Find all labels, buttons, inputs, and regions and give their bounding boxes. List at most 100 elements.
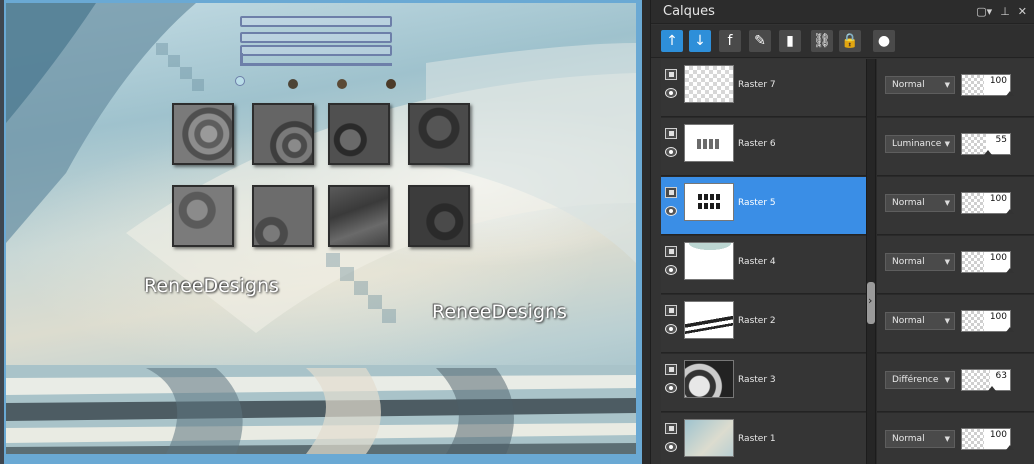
brush-icon[interactable]: ● bbox=[873, 30, 895, 52]
dropdown-arrow-icon: ▼ bbox=[944, 140, 950, 148]
blend-mode-dropdown[interactable]: Normal ▼ bbox=[885, 253, 955, 271]
layer-row[interactable]: Raster 5 bbox=[661, 177, 866, 235]
dropdown-arrow-icon: ▼ bbox=[944, 376, 950, 384]
watermark-text-1: ReneeDesigns bbox=[144, 275, 279, 297]
visibility-eye-icon[interactable] bbox=[665, 383, 677, 393]
opacity-handle[interactable] bbox=[1006, 268, 1014, 273]
thumbnail-4 bbox=[408, 103, 470, 165]
layer-properties: Normal ▼ 100 bbox=[877, 295, 1034, 353]
opacity-handle[interactable] bbox=[1006, 209, 1014, 214]
splitter-grip[interactable] bbox=[867, 282, 875, 324]
restore-icon[interactable]: ▢▾ bbox=[976, 5, 992, 19]
layer-row[interactable]: Raster 4 bbox=[661, 236, 866, 294]
new-layer-icon[interactable]: ↑ bbox=[661, 30, 683, 52]
merge-down-icon[interactable]: ↓ bbox=[689, 30, 711, 52]
layer-thumbnail bbox=[684, 419, 734, 457]
blend-mode-dropdown[interactable]: Normal ▼ bbox=[885, 76, 955, 94]
layer-icons bbox=[665, 305, 679, 334]
lock-icon[interactable]: 🔒 bbox=[839, 30, 861, 52]
layer-row[interactable]: Raster 3 bbox=[661, 354, 866, 412]
opacity-slider[interactable]: 100 bbox=[961, 74, 1014, 96]
blend-mode-dropdown[interactable]: Normal ▼ bbox=[885, 312, 955, 330]
layer-properties: Différence ▼ 63 bbox=[877, 354, 1034, 412]
menu-dot-1 bbox=[235, 76, 245, 86]
opacity-slider[interactable]: 100 bbox=[961, 310, 1014, 332]
layer-thumbnail bbox=[684, 301, 734, 339]
layer-properties: Normal ▼ 100 bbox=[877, 236, 1034, 294]
blend-mode-value: Normal bbox=[892, 80, 925, 90]
layer-group-icon[interactable] bbox=[665, 305, 677, 316]
layer-name: Raster 7 bbox=[738, 80, 776, 90]
layer-properties: Normal ▼ 100 bbox=[877, 177, 1034, 235]
blend-mode-value: Normal bbox=[892, 316, 925, 326]
thumbnail-3 bbox=[328, 103, 390, 165]
layer-row[interactable]: Raster 7 bbox=[661, 59, 866, 117]
psp-workspace: ReneeDesigns ReneeDesigns Calques ▢▾ ⊥ ✕… bbox=[0, 0, 1034, 464]
dropdown-arrow-icon: ▼ bbox=[944, 81, 950, 89]
dropdown-arrow-icon: ▼ bbox=[944, 435, 950, 443]
blend-mode-value: Normal bbox=[892, 198, 925, 208]
layer-row[interactable]: Raster 6 bbox=[661, 118, 866, 176]
delete-layer-icon[interactable]: ▮ bbox=[779, 30, 801, 52]
dropdown-arrow-icon: ▼ bbox=[944, 199, 950, 207]
opacity-value: 100 bbox=[989, 194, 1007, 204]
blend-mode-dropdown[interactable]: Différence ▼ bbox=[885, 371, 955, 389]
link-icon[interactable]: ⛓ bbox=[811, 30, 833, 52]
layer-row[interactable]: Raster 1 bbox=[661, 413, 866, 464]
layer-icons bbox=[665, 187, 679, 216]
close-icon[interactable]: ✕ bbox=[1018, 5, 1027, 19]
layer-group-icon[interactable] bbox=[665, 246, 677, 257]
layer-group-icon[interactable] bbox=[665, 128, 677, 139]
layer-group-icon[interactable] bbox=[665, 364, 677, 375]
visibility-eye-icon[interactable] bbox=[665, 88, 677, 98]
thumbnail-1 bbox=[172, 103, 234, 165]
layer-group-icon[interactable] bbox=[665, 423, 677, 434]
layer-thumbnail bbox=[684, 242, 734, 280]
effects-fx-icon[interactable]: f bbox=[719, 30, 741, 52]
panel-splitter[interactable] bbox=[866, 59, 876, 464]
menu-dot-3 bbox=[337, 79, 347, 89]
layer-thumbnail bbox=[684, 183, 734, 221]
thumbnail-6 bbox=[252, 185, 314, 247]
opacity-slider[interactable]: 100 bbox=[961, 251, 1014, 273]
opacity-value: 100 bbox=[989, 312, 1007, 322]
visibility-eye-icon[interactable] bbox=[665, 324, 677, 334]
visibility-eye-icon[interactable] bbox=[665, 147, 677, 157]
layers-panel: Calques ▢▾ ⊥ ✕ ↑ ↓ f ✎ ▮ ⛓ 🔒 ● Raster 7 Normal ▼ 1… bbox=[650, 0, 1034, 464]
opacity-handle[interactable] bbox=[1006, 327, 1014, 332]
layer-name: Raster 5 bbox=[738, 198, 776, 208]
image-canvas[interactable]: ReneeDesigns ReneeDesigns bbox=[6, 3, 636, 454]
menu-dot-2 bbox=[288, 79, 298, 89]
layer-icons bbox=[665, 423, 679, 452]
menu-connector-line bbox=[240, 63, 392, 66]
opacity-value: 100 bbox=[989, 253, 1007, 263]
opacity-slider[interactable]: 100 bbox=[961, 192, 1014, 214]
layer-row[interactable]: Raster 2 bbox=[661, 295, 866, 353]
visibility-eye-icon[interactable] bbox=[665, 442, 677, 452]
opacity-handle[interactable] bbox=[1006, 445, 1014, 450]
opacity-handle[interactable] bbox=[988, 386, 996, 391]
dropdown-arrow-icon: ▼ bbox=[944, 317, 950, 325]
opacity-slider[interactable]: 55 bbox=[961, 133, 1011, 155]
visibility-eye-icon[interactable] bbox=[665, 265, 677, 275]
layer-group-icon[interactable] bbox=[665, 69, 677, 80]
layer-thumbnail bbox=[684, 65, 734, 103]
layers-panel-titlebar: Calques ▢▾ ⊥ ✕ bbox=[651, 0, 1034, 24]
opacity-handle[interactable] bbox=[1006, 91, 1014, 96]
thumbnail-2 bbox=[252, 103, 314, 165]
visibility-eye-icon[interactable] bbox=[665, 206, 677, 216]
layer-group-icon[interactable] bbox=[665, 187, 677, 198]
blend-mode-value: Normal bbox=[892, 257, 925, 267]
thumbnail-8 bbox=[408, 185, 470, 247]
opacity-value: 63 bbox=[995, 371, 1007, 381]
edit-layer-icon[interactable]: ✎ bbox=[749, 30, 771, 52]
blend-mode-dropdown[interactable]: Luminance ▼ bbox=[885, 135, 955, 153]
opacity-slider[interactable]: 63 bbox=[961, 369, 1011, 391]
pin-icon[interactable]: ⊥ bbox=[1000, 5, 1010, 19]
watermark-text-2: ReneeDesigns bbox=[432, 301, 567, 323]
blend-mode-dropdown[interactable]: Normal ▼ bbox=[885, 430, 955, 448]
opacity-slider[interactable]: 100 bbox=[961, 428, 1014, 450]
layer-thumbnail bbox=[684, 360, 734, 398]
opacity-handle[interactable] bbox=[984, 150, 992, 155]
blend-mode-dropdown[interactable]: Normal ▼ bbox=[885, 194, 955, 212]
